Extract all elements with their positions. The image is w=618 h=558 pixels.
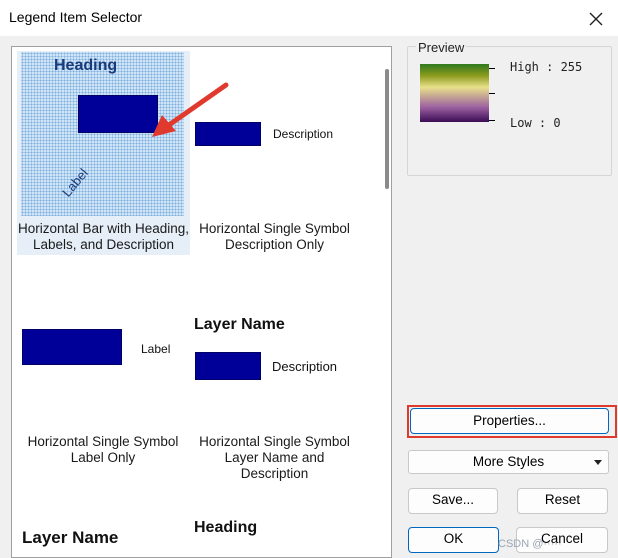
symbol-patch xyxy=(195,122,261,146)
label-text: Label xyxy=(141,342,171,356)
properties-button[interactable]: Properties... xyxy=(410,408,609,434)
preview-title: Preview xyxy=(416,40,467,55)
more-styles-label: More Styles xyxy=(472,454,545,469)
ramp-tick xyxy=(489,120,495,121)
thumbnail-heading: Heading xyxy=(54,57,118,74)
symbol-patch xyxy=(22,329,122,365)
color-ramp-swatch xyxy=(420,64,489,122)
style-caption: Horizontal Single Symbol Label Only xyxy=(27,434,179,465)
watermark-text: CSDN @····· xyxy=(498,538,562,550)
reset-button[interactable]: Reset xyxy=(517,488,608,514)
more-styles-dropdown[interactable]: More Styles xyxy=(408,450,609,474)
legend-style-item-layer-name-description[interactable]: Layer Name Description Horizontal Single… xyxy=(192,307,377,481)
title-bar: Legend Item Selector xyxy=(0,0,618,36)
vertical-scrollbar[interactable] xyxy=(382,47,391,557)
layer-name-text: Layer Name xyxy=(22,528,119,547)
legend-style-item-label-only[interactable]: Label Horizontal Single Symbol Label Onl… xyxy=(12,307,192,467)
low-value-label: Low : 0 xyxy=(510,116,561,130)
ramp-tick xyxy=(489,68,495,69)
symbol-patch xyxy=(195,352,261,380)
style-caption: Horizontal Single Symbol Layer Name and … xyxy=(199,434,350,481)
ok-button[interactable]: OK xyxy=(408,527,499,553)
scrollbar-thumb[interactable] xyxy=(385,69,389,189)
legend-style-item-heading[interactable]: Heading xyxy=(192,517,377,557)
layer-name-text: Layer Name xyxy=(194,316,285,333)
window-title: Legend Item Selector xyxy=(9,9,143,25)
chevron-down-icon xyxy=(594,460,602,465)
description-text: Description xyxy=(273,127,334,141)
style-caption: Horizontal Single Symbol Description Onl… xyxy=(199,221,350,252)
heading-text: Heading xyxy=(194,519,258,536)
close-icon[interactable] xyxy=(586,9,606,29)
ramp-tick xyxy=(489,93,495,94)
legend-style-item-horizontal-bar[interactable]: Heading Label Horizontal Bar with Headin… xyxy=(12,47,192,259)
style-caption: Horizontal Bar with Heading, Labels, and… xyxy=(17,221,190,252)
legend-style-item-description-only[interactable]: Description Horizontal Single Symbol Des… xyxy=(192,47,377,259)
save-button[interactable]: Save... xyxy=(408,488,498,514)
description-text: Description xyxy=(272,359,338,374)
legend-style-list[interactable]: Heading Label Horizontal Bar with Headin… xyxy=(11,46,392,558)
thumbnail-label: Label xyxy=(59,165,91,200)
legend-style-item-layer-name[interactable]: Layer Name xyxy=(12,517,192,557)
high-value-label: High : 255 xyxy=(510,60,583,74)
